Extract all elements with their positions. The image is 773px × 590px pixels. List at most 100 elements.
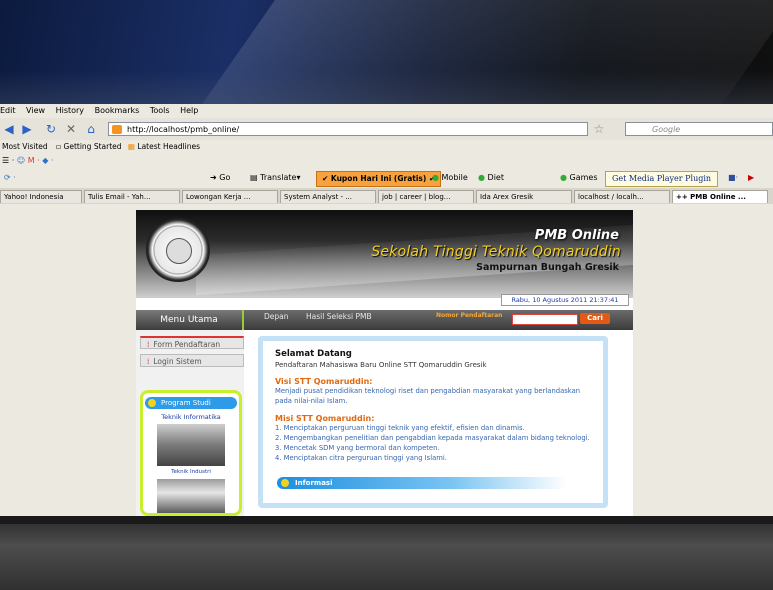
sidebar-item-login-sistem[interactable]: ⁞ Login Sistem bbox=[140, 354, 244, 367]
media-label: Get Media Player Plugin bbox=[612, 174, 712, 183]
misi-item: 3. Mencetak SDM yang bermoral dan kompet… bbox=[275, 444, 440, 452]
informasi-label: Informasi bbox=[295, 479, 333, 487]
school-address: Sampurnan Bungah Gresik bbox=[476, 262, 619, 273]
nav-hasil-seleksi[interactable]: Hasil Seleksi PMB bbox=[306, 310, 372, 324]
menu-tools[interactable]: Tools bbox=[150, 106, 170, 115]
welcome-subtitle: Pendaftaran Mahasiswa Baru Online STT Qo… bbox=[275, 361, 487, 369]
date-display: Rabu, 10 Agustus 2011 21:37:41 bbox=[501, 294, 629, 306]
stop-icon[interactable]: ✕ bbox=[64, 122, 78, 136]
tab-tulis-email[interactable]: Tulis Email - Yah... bbox=[84, 190, 180, 203]
bookmark-most-visited[interactable]: Most Visited bbox=[2, 142, 48, 151]
tab-pmb-online[interactable]: ++ PMB Online ... bbox=[672, 190, 768, 203]
tab-lowongan[interactable]: Lowongan Kerja ... bbox=[182, 190, 278, 203]
browser-window: Edit View History Bookmarks Tools Help ◀… bbox=[0, 104, 773, 516]
bookmarks-bar: Most Visited ▫ Getting Started ▦ Latest … bbox=[0, 140, 773, 154]
diet-button[interactable]: ● Diet bbox=[478, 171, 504, 185]
sidebar-item-label: Form Pendaftaran bbox=[153, 340, 221, 349]
tab-bar: Yahoo! Indonesia Tulis Email - Yah... Lo… bbox=[0, 188, 773, 204]
prodi-teknik-industri[interactable]: Teknik Industri bbox=[143, 469, 239, 475]
program-studi-label: Program Studi bbox=[161, 399, 211, 407]
school-name: Sekolah Tinggi Teknik Qomaruddin bbox=[371, 244, 621, 260]
menu-edit[interactable]: Edit bbox=[0, 106, 16, 115]
mail-icon[interactable]: M · bbox=[28, 156, 40, 165]
menu-bookmarks[interactable]: Bookmarks bbox=[95, 106, 140, 115]
misi-item: 4. Menciptakan citra perguruan tinggi ya… bbox=[275, 454, 447, 462]
toolbar: ⟳ · ➜ Go ▤ Translate▾ ✔ Kupon Hari Ini (… bbox=[0, 168, 773, 188]
search-placeholder: Google bbox=[652, 125, 681, 134]
tab-label: Lowongan Kerja ... bbox=[186, 193, 251, 201]
bookmark-getting-started[interactable]: Getting Started bbox=[64, 142, 122, 151]
nav-depan[interactable]: Depan bbox=[264, 310, 289, 324]
tab-label: System Analyst - ... bbox=[284, 193, 352, 201]
bullet-icon bbox=[281, 479, 289, 487]
college-logo bbox=[146, 218, 210, 282]
bullet-icon: ⁞ bbox=[147, 357, 150, 366]
games-button[interactable]: ● Games bbox=[560, 171, 598, 185]
mobile-button[interactable]: ● Mobile bbox=[432, 171, 468, 185]
youtube-icon[interactable]: ▶ bbox=[748, 171, 754, 185]
translate-label: Translate bbox=[260, 173, 297, 182]
go-label: Go bbox=[219, 173, 231, 182]
url-text: http://localhost/pmb_online/ bbox=[127, 125, 240, 134]
media-player-button[interactable]: Get Media Player Plugin bbox=[605, 171, 719, 187]
bookmark-star-icon[interactable]: ☆ bbox=[592, 122, 606, 136]
tab-yahoo[interactable]: Yahoo! Indonesia bbox=[0, 190, 82, 203]
sidebar-item-label: Login Sistem bbox=[153, 357, 202, 366]
emoji-icon[interactable]: ☺ bbox=[17, 156, 25, 165]
tab-system-analyst[interactable]: System Analyst - ... bbox=[280, 190, 376, 203]
games-label: Games bbox=[569, 173, 598, 182]
menu-help[interactable]: Help bbox=[180, 106, 198, 115]
welcome-panel: Selamat Datang Pendaftaran Mahasiswa Bar… bbox=[258, 336, 608, 508]
program-studi-box: Program Studi Teknik Informatika Teknik … bbox=[140, 390, 242, 516]
program-studi-heading: Program Studi bbox=[145, 397, 237, 409]
menu-bar: Edit View History Bookmarks Tools Help bbox=[0, 104, 773, 118]
bookmark-latest-headlines[interactable]: Latest Headlines bbox=[137, 142, 200, 151]
addon-bar: ☰ · ☺ M · ◆ · bbox=[0, 154, 773, 168]
bullet-icon: ⁞ bbox=[147, 340, 150, 349]
tab-ida-arex[interactable]: Ida Arex Gresik bbox=[476, 190, 572, 203]
menu-icon[interactable]: ☰ · bbox=[2, 156, 14, 165]
pmb-title: PMB Online bbox=[534, 228, 619, 243]
teknik-industri-photo[interactable] bbox=[157, 479, 225, 513]
page-icon: ▫ bbox=[56, 142, 62, 151]
back-icon[interactable]: ◀ bbox=[2, 122, 16, 136]
prodi-teknik-informatika[interactable]: Teknik Informatika bbox=[143, 413, 239, 421]
visi-heading: Visi STT Qomaruddin: bbox=[275, 377, 373, 386]
bullet-icon bbox=[148, 399, 156, 407]
tab-label: Ida Arex Gresik bbox=[480, 193, 534, 201]
menu-view[interactable]: View bbox=[26, 106, 45, 115]
teknik-informatika-photo[interactable] bbox=[157, 424, 225, 466]
tab-label: ++ PMB Online ... bbox=[676, 193, 746, 201]
informasi-bar[interactable]: Informasi bbox=[277, 477, 567, 489]
favicon-icon bbox=[112, 125, 122, 134]
misi-item: 2. Mengembangkan penelitian dan pengabdi… bbox=[275, 434, 590, 442]
translate-button[interactable]: ▤ Translate▾ bbox=[250, 171, 300, 185]
diamond-icon[interactable]: ◆ · bbox=[42, 156, 53, 165]
toolbar-logo-icon[interactable]: ⟳ · bbox=[4, 171, 16, 185]
tab-label: Tulis Email - Yah... bbox=[88, 193, 151, 201]
cari-button[interactable]: Cari bbox=[580, 313, 610, 324]
tab-job-career[interactable]: job | career | blog... bbox=[378, 190, 474, 203]
nomor-label: Nomor Pendaftaran bbox=[436, 312, 503, 319]
navigation-bar: ◀ ▶ ↻ ✕ ⌂ http://localhost/pmb_online/ ☆… bbox=[0, 118, 773, 140]
search-input[interactable]: Google bbox=[625, 122, 773, 136]
diet-label: Diet bbox=[487, 173, 504, 182]
sidebar: ⁞ Form Pendaftaran ⁞ Login Sistem Program … bbox=[136, 330, 244, 516]
go-button[interactable]: ➜ Go bbox=[210, 171, 230, 185]
pmb-website: PMB Online Sekolah Tinggi Teknik Qomarud… bbox=[136, 210, 633, 516]
home-icon[interactable]: ⌂ bbox=[84, 122, 98, 136]
sidebar-item-form-pendaftaran[interactable]: ⁞ Form Pendaftaran bbox=[140, 336, 244, 349]
menu-history[interactable]: History bbox=[56, 106, 84, 115]
kupon-button[interactable]: ✔ Kupon Hari Ini (Gratis) ✔ bbox=[316, 171, 442, 187]
site-nav: Menu Utama Depan Hasil Seleksi PMB Nomor… bbox=[136, 310, 633, 330]
tab-label: localhost / localh... bbox=[578, 193, 644, 201]
visi-text: Menjadi pusat pendidikan teknologi riset… bbox=[275, 387, 581, 405]
nomor-pendaftaran-input[interactable] bbox=[512, 314, 578, 325]
url-input[interactable]: http://localhost/pmb_online/ bbox=[108, 122, 588, 136]
slide-bottom-background bbox=[0, 516, 773, 590]
reload-icon[interactable]: ↻ bbox=[44, 122, 58, 136]
facebook-icon[interactable]: ■· bbox=[728, 171, 738, 185]
forward-icon[interactable]: ▶ bbox=[20, 122, 34, 136]
tab-localhost[interactable]: localhost / localh... bbox=[574, 190, 670, 203]
welcome-title: Selamat Datang bbox=[275, 349, 352, 359]
